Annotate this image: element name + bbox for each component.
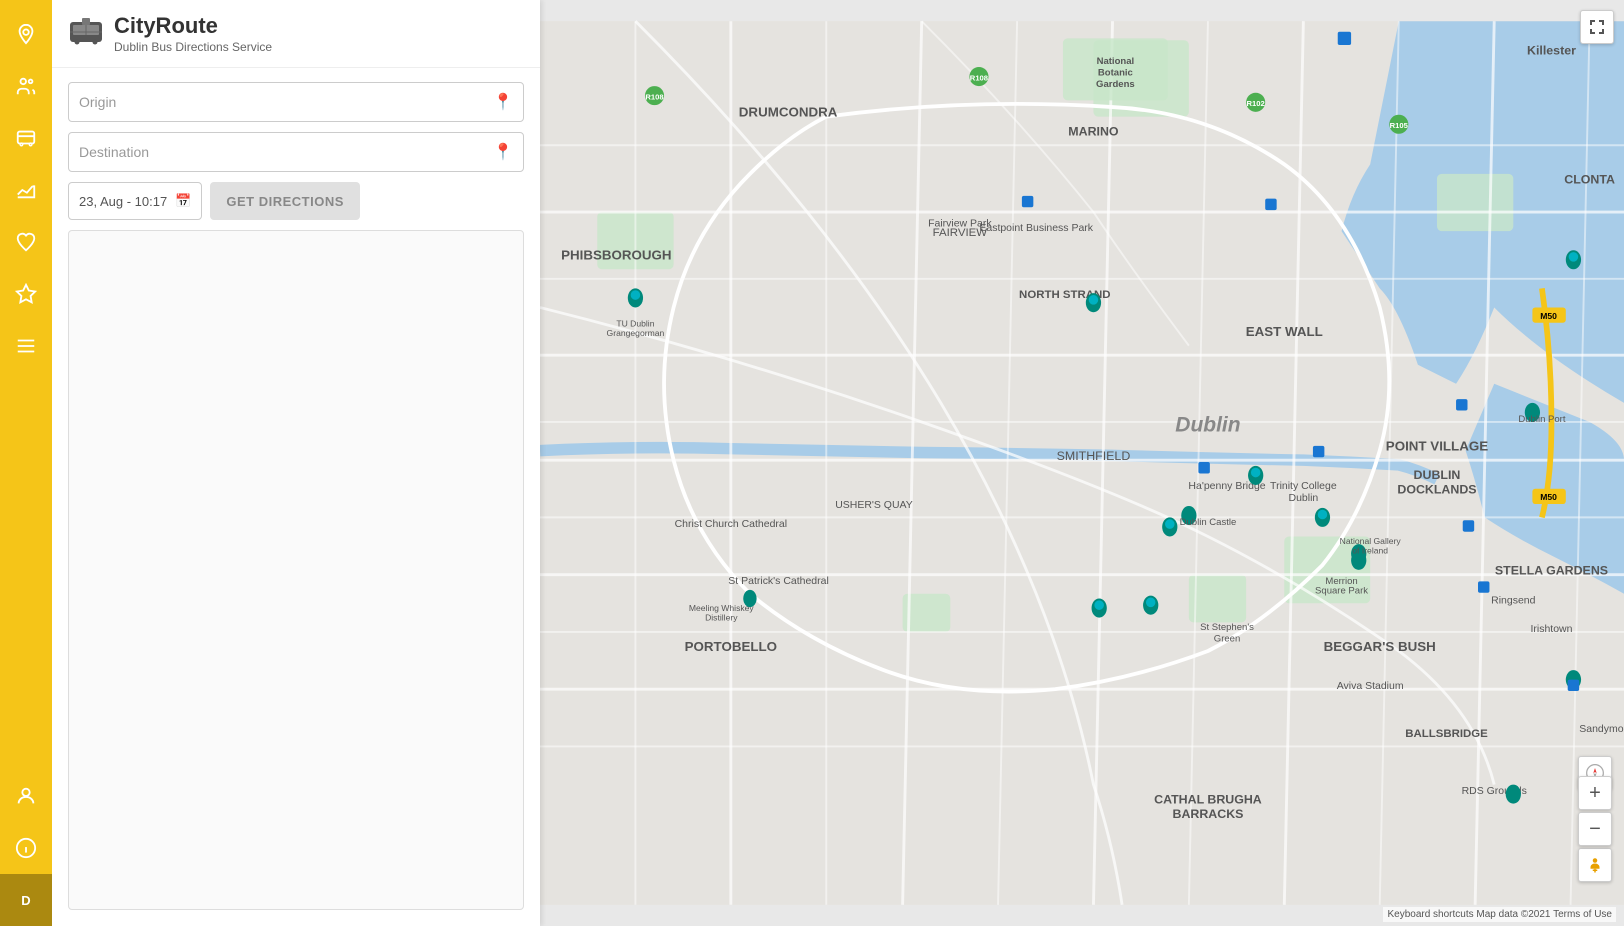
svg-text:Sandymount: Sandymount xyxy=(1579,724,1624,735)
destination-input[interactable] xyxy=(79,144,493,160)
settings-label: D xyxy=(21,893,30,908)
svg-text:R108: R108 xyxy=(645,92,663,101)
svg-text:Killester: Killester xyxy=(1527,44,1576,58)
map-pegman-button[interactable] xyxy=(1578,848,1612,882)
svg-text:Botanic: Botanic xyxy=(1098,68,1134,79)
sidebar-item-favorites[interactable] xyxy=(0,216,52,268)
map-area: M50 M50 R108 R108 R102 R105 DRUMCONDRA M… xyxy=(540,0,1624,926)
destination-input-row: 📍 xyxy=(68,132,524,172)
svg-text:CATHAL BRUGHA: CATHAL BRUGHA xyxy=(1154,793,1262,807)
svg-text:BALLSBRIDGE: BALLSBRIDGE xyxy=(1405,728,1488,740)
svg-text:M50: M50 xyxy=(1540,492,1557,502)
svg-text:POINT VILLAGE: POINT VILLAGE xyxy=(1386,439,1488,454)
svg-text:Trinity College: Trinity College xyxy=(1270,481,1337,492)
datetime-value: 23, Aug - 10:17 xyxy=(79,194,167,209)
svg-text:Distillery: Distillery xyxy=(705,612,738,622)
svg-text:St Stephen's: St Stephen's xyxy=(1200,622,1254,633)
svg-text:Eastpoint Business Park: Eastpoint Business Park xyxy=(979,223,1093,234)
sidebar-item-settings[interactable]: D xyxy=(0,874,52,926)
svg-text:STELLA GARDENS: STELLA GARDENS xyxy=(1495,564,1608,578)
svg-text:Christ Church Cathedral: Christ Church Cathedral xyxy=(675,519,787,530)
svg-text:DRUMCONDRA: DRUMCONDRA xyxy=(739,105,838,120)
datetime-picker[interactable]: 23, Aug - 10:17 📅 xyxy=(68,182,202,220)
svg-text:Gardens: Gardens xyxy=(1096,79,1135,90)
svg-text:DOCKLANDS: DOCKLANDS xyxy=(1397,483,1476,497)
sidebar: D xyxy=(0,0,52,926)
svg-text:Aviva Stadium: Aviva Stadium xyxy=(1337,681,1404,692)
header-text: CityRoute Dublin Bus Directions Service xyxy=(114,13,272,53)
results-area[interactable] xyxy=(68,230,524,910)
app-logo xyxy=(68,12,104,55)
svg-text:Irishtown: Irishtown xyxy=(1531,624,1573,635)
svg-text:St Patrick's Cathedral: St Patrick's Cathedral xyxy=(728,576,828,587)
map-svg: M50 M50 R108 R108 R102 R105 DRUMCONDRA M… xyxy=(540,0,1624,926)
sidebar-item-people[interactable] xyxy=(0,60,52,112)
svg-text:PORTOBELLO: PORTOBELLO xyxy=(685,639,777,654)
svg-text:National Gallery: National Gallery xyxy=(1340,536,1402,546)
svg-text:Meeling Whiskey: Meeling Whiskey xyxy=(689,603,755,613)
map-zoom-controls: + − xyxy=(1578,776,1612,846)
svg-text:PHIBSBOROUGH: PHIBSBOROUGH xyxy=(561,248,671,263)
svg-text:Ringsend: Ringsend xyxy=(1491,595,1535,606)
svg-text:CLONTA: CLONTA xyxy=(1564,172,1615,186)
svg-text:DUBLIN: DUBLIN xyxy=(1414,468,1461,482)
map-placeholder: M50 M50 R108 R108 R102 R105 DRUMCONDRA M… xyxy=(540,0,1624,926)
svg-text:Green: Green xyxy=(1214,633,1241,644)
app-subtitle: Dublin Bus Directions Service xyxy=(114,40,272,54)
datetime-row: 23, Aug - 10:17 📅 GET DIRECTIONS xyxy=(68,182,524,220)
sidebar-item-starred[interactable] xyxy=(0,268,52,320)
destination-location-icon[interactable]: 📍 xyxy=(493,142,513,162)
svg-text:USHER'S QUAY: USHER'S QUAY xyxy=(835,500,913,511)
svg-text:Grangegorman: Grangegorman xyxy=(607,328,665,338)
origin-location-icon[interactable]: 📍 xyxy=(493,92,513,112)
svg-text:Square Park: Square Park xyxy=(1315,586,1368,597)
directions-form: 📍 📍 23, Aug - 10:17 📅 GET DIRECTIONS xyxy=(52,68,540,230)
origin-input[interactable] xyxy=(79,94,493,110)
svg-text:SMITHFIELD: SMITHFIELD xyxy=(1057,449,1131,463)
sidebar-item-list[interactable] xyxy=(0,320,52,372)
svg-text:Dublin Castle: Dublin Castle xyxy=(1180,517,1237,528)
sidebar-item-account[interactable] xyxy=(0,770,52,822)
get-directions-button[interactable]: GET DIRECTIONS xyxy=(210,182,360,220)
calendar-icon: 📅 xyxy=(175,193,191,209)
app-header: CityRoute Dublin Bus Directions Service xyxy=(52,0,540,68)
svg-text:M50: M50 xyxy=(1540,311,1557,321)
zoom-in-button[interactable]: + xyxy=(1578,776,1612,810)
svg-text:R108: R108 xyxy=(970,73,988,82)
sidebar-item-bus[interactable] xyxy=(0,112,52,164)
app-title: CityRoute xyxy=(114,13,272,39)
sidebar-item-info[interactable] xyxy=(0,822,52,874)
svg-text:EAST WALL: EAST WALL xyxy=(1246,324,1323,339)
sidebar-item-chart[interactable] xyxy=(0,164,52,216)
svg-text:R102: R102 xyxy=(1247,99,1265,108)
svg-text:National: National xyxy=(1097,56,1135,67)
map-expand-button[interactable] xyxy=(1580,10,1614,44)
sidebar-item-map[interactable] xyxy=(0,8,52,60)
svg-text:BARRACKS: BARRACKS xyxy=(1173,807,1244,821)
origin-input-row: 📍 xyxy=(68,82,524,122)
map-attribution: Keyboard shortcuts Map data ©2021 Terms … xyxy=(1383,907,1616,922)
svg-text:BEGGAR'S BUSH: BEGGAR'S BUSH xyxy=(1324,639,1436,654)
svg-text:Dublin Port: Dublin Port xyxy=(1518,414,1566,425)
svg-text:of Ireland: of Ireland xyxy=(1352,546,1388,556)
zoom-out-button[interactable]: − xyxy=(1578,812,1612,846)
svg-text:Dublin: Dublin xyxy=(1289,493,1319,504)
svg-text:R105: R105 xyxy=(1390,121,1409,130)
svg-text:Dublin: Dublin xyxy=(1175,414,1240,437)
svg-text:TU Dublin: TU Dublin xyxy=(616,319,654,329)
svg-text:MARINO: MARINO xyxy=(1068,125,1119,139)
main-panel: CityRoute Dublin Bus Directions Service … xyxy=(52,0,540,926)
